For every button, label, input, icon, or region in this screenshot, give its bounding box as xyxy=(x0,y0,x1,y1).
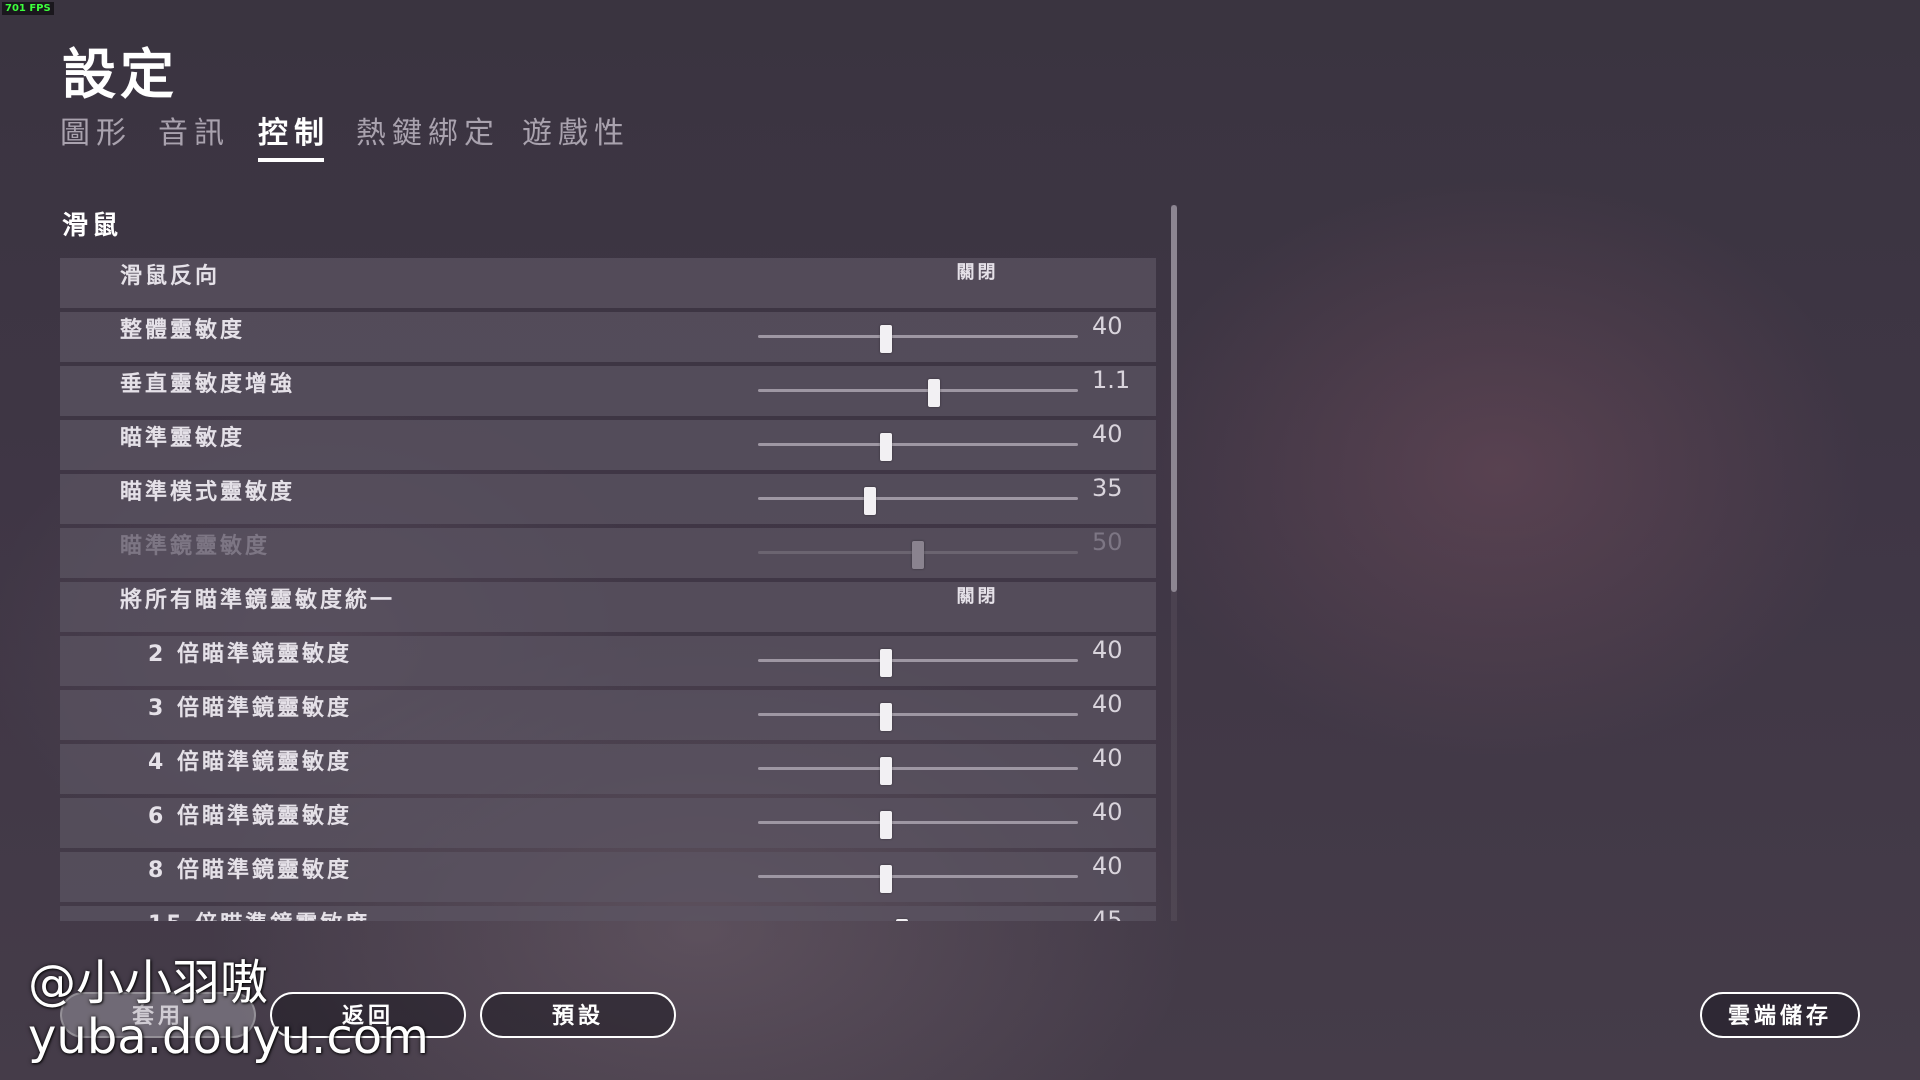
sensitivity-slider[interactable] xyxy=(758,703,1078,731)
sensitivity-slider[interactable] xyxy=(758,919,1078,921)
setting-label: 瞄準靈敏度 xyxy=(120,426,246,451)
setting-value: 45 xyxy=(1092,906,1123,921)
setting-label: 滑鼠反向 xyxy=(120,264,221,289)
setting-value: 40 xyxy=(1092,798,1123,826)
fps-counter: 701 FPS xyxy=(2,2,54,15)
setting-label: 4 倍瞄準鏡靈敏度 xyxy=(148,750,352,775)
setting-row-6x-scope-sensitivity: 6 倍瞄準鏡靈敏度 40 xyxy=(60,798,1156,848)
cloud-save-button[interactable]: 雲端儲存 xyxy=(1700,992,1860,1038)
sensitivity-slider[interactable] xyxy=(758,649,1078,677)
tab-label: 熱鍵綁定 xyxy=(356,116,500,151)
slider-thumb[interactable] xyxy=(880,649,892,677)
settings-list[interactable]: 滑鼠反向 關閉 整體靈敏度 40 垂直靈敏度增強 1.1 瞄準靈敏度 40 瞄準… xyxy=(60,258,1156,921)
slider-track xyxy=(758,389,1078,392)
tab-audio[interactable]: 音訊 xyxy=(158,108,230,152)
setting-value: 40 xyxy=(1092,312,1123,340)
setting-value: 40 xyxy=(1092,420,1123,448)
setting-value: 40 xyxy=(1092,690,1123,718)
setting-label: 瞄準鏡靈敏度 xyxy=(120,534,271,559)
slider-track xyxy=(758,497,1078,500)
slider-thumb[interactable] xyxy=(880,703,892,731)
setting-label: 整體靈敏度 xyxy=(120,318,246,343)
slider-thumb[interactable] xyxy=(864,487,876,515)
sensitivity-slider[interactable] xyxy=(758,325,1078,353)
tab-label: 遊戲性 xyxy=(522,116,630,151)
slider-track xyxy=(758,335,1078,338)
setting-label: 8 倍瞄準鏡靈敏度 xyxy=(148,858,352,883)
tab-controls[interactable]: 控制 xyxy=(258,108,330,162)
setting-row-aiming-sensitivity: 瞄準模式靈敏度 35 xyxy=(60,474,1156,524)
setting-label: 將所有瞄準鏡靈敏度統一 xyxy=(120,588,396,613)
slider-thumb[interactable] xyxy=(880,811,892,839)
settings-screen: 701 FPS 設定 圖形 音訊 控制 熱鍵綁定 遊戲性 滑鼠 滑鼠反向 關閉 … xyxy=(0,0,1920,1080)
slider-thumb[interactable] xyxy=(880,865,892,893)
setting-row-vertical-sensitivity-multiplier: 垂直靈敏度增強 1.1 xyxy=(60,366,1156,416)
tab-graphics[interactable]: 圖形 xyxy=(60,108,132,152)
sensitivity-slider[interactable] xyxy=(758,865,1078,893)
sensitivity-slider xyxy=(758,541,1078,569)
setting-value: 50 xyxy=(1092,528,1123,556)
slider-track xyxy=(758,443,1078,446)
toggle-value[interactable]: 關閉 xyxy=(910,582,1045,632)
slider-thumb[interactable] xyxy=(928,379,940,407)
tab-label: 圖形 xyxy=(60,116,132,151)
slider-thumb[interactable] xyxy=(896,919,908,921)
setting-label: 瞄準模式靈敏度 xyxy=(120,480,296,505)
slider-thumb[interactable] xyxy=(880,325,892,353)
setting-value: 40 xyxy=(1092,744,1123,772)
setting-label: 15 倍瞄準鏡靈敏度 xyxy=(148,906,370,921)
slider-track xyxy=(758,713,1078,716)
slider-thumb xyxy=(912,541,924,569)
setting-label: 垂直靈敏度增強 xyxy=(120,372,296,397)
sensitivity-slider[interactable] xyxy=(758,757,1078,785)
tab-label: 音訊 xyxy=(158,116,230,151)
slider-thumb[interactable] xyxy=(880,757,892,785)
setting-value: 40 xyxy=(1092,852,1123,880)
setting-label: 3 倍瞄準鏡靈敏度 xyxy=(148,696,352,721)
tab-keybindings[interactable]: 熱鍵綁定 xyxy=(356,108,500,152)
setting-row-universal-scope-sensitivity: 將所有瞄準鏡靈敏度統一 關閉 xyxy=(60,582,1156,632)
setting-row-4x-scope-sensitivity: 4 倍瞄準鏡靈敏度 40 xyxy=(60,744,1156,794)
slider-track xyxy=(758,659,1078,662)
setting-row-15x-scope-sensitivity: 15 倍瞄準鏡靈敏度 45 xyxy=(60,906,1156,921)
setting-value: 1.1 xyxy=(1092,366,1131,394)
back-button[interactable]: 返回 xyxy=(270,992,466,1038)
sensitivity-slider[interactable] xyxy=(758,379,1078,407)
setting-value: 35 xyxy=(1092,474,1123,502)
toggle-value[interactable]: 關閉 xyxy=(910,258,1045,308)
setting-row-general-sensitivity: 整體靈敏度 40 xyxy=(60,312,1156,362)
tab-label: 控制 xyxy=(258,116,330,151)
setting-row-invert-mouse: 滑鼠反向 關閉 xyxy=(60,258,1156,308)
page-title: 設定 xyxy=(62,43,178,106)
sensitivity-slider[interactable] xyxy=(758,487,1078,515)
active-tab-underline xyxy=(258,158,324,162)
scrollbar-thumb[interactable] xyxy=(1171,205,1177,592)
sensitivity-slider[interactable] xyxy=(758,811,1078,839)
settings-scrollbar[interactable] xyxy=(1171,205,1177,921)
setting-label: 2 倍瞄準鏡靈敏度 xyxy=(148,642,352,667)
setting-row-8x-scope-sensitivity: 8 倍瞄準鏡靈敏度 40 xyxy=(60,852,1156,902)
setting-row-targeting-sensitivity: 瞄準靈敏度 40 xyxy=(60,420,1156,470)
slider-track xyxy=(758,767,1078,770)
setting-row-scope-sensitivity: 瞄準鏡靈敏度 50 xyxy=(60,528,1156,578)
slider-thumb[interactable] xyxy=(880,433,892,461)
slider-track xyxy=(758,821,1078,824)
sensitivity-slider[interactable] xyxy=(758,433,1078,461)
setting-row-2x-scope-sensitivity: 2 倍瞄準鏡靈敏度 40 xyxy=(60,636,1156,686)
slider-track xyxy=(758,875,1078,878)
defaults-button[interactable]: 預設 xyxy=(480,992,676,1038)
setting-label: 6 倍瞄準鏡靈敏度 xyxy=(148,804,352,829)
tab-gameplay[interactable]: 遊戲性 xyxy=(522,108,630,152)
setting-row-3x-scope-sensitivity: 3 倍瞄準鏡靈敏度 40 xyxy=(60,690,1156,740)
setting-value: 40 xyxy=(1092,636,1123,664)
apply-button[interactable]: 套用 xyxy=(60,992,256,1038)
section-title-mouse: 滑鼠 xyxy=(62,211,123,241)
